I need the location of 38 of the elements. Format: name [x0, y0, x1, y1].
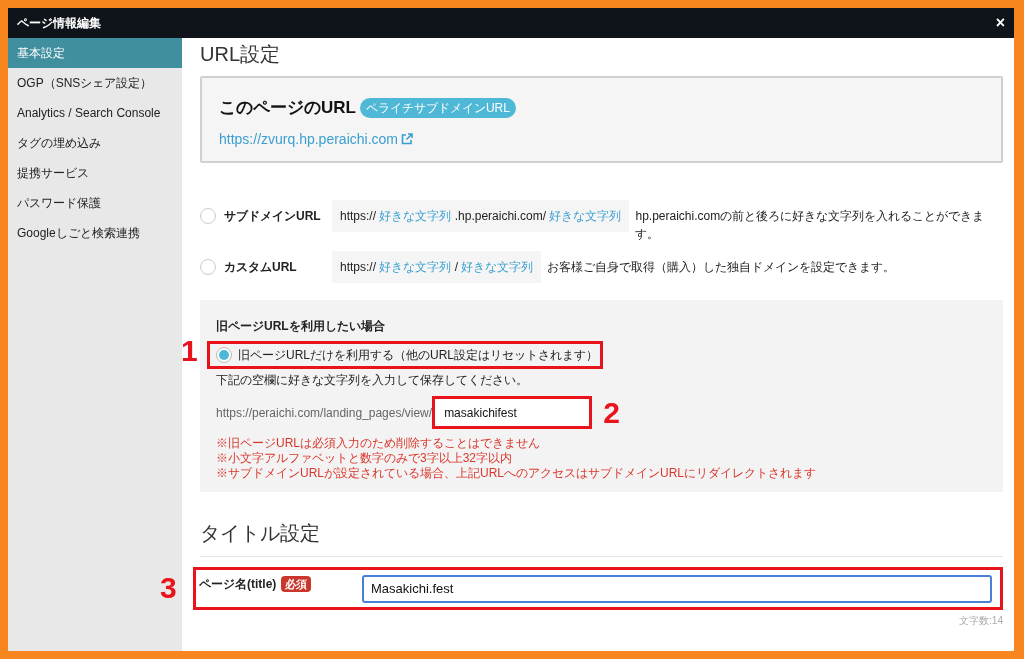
radio-button[interactable]	[216, 347, 232, 363]
sidebar-item[interactable]: パスワード保護	[8, 188, 182, 218]
sidebar-item[interactable]: Analytics / Search Console	[8, 98, 182, 128]
option-label[interactable]: サブドメインURL	[224, 207, 321, 225]
window-title: ページ情報編集	[17, 15, 101, 32]
option-label[interactable]: カスタムURL	[224, 258, 297, 276]
instruction-text: 下記の空欄に好きな文字列を入力して保存してください。	[216, 372, 529, 388]
section-heading: URL設定	[200, 42, 281, 67]
sidebar-item[interactable]: OGP（SNSシェア設定）	[8, 68, 182, 98]
section-heading: タイトル設定	[200, 519, 1003, 557]
option-description: hp.peraichi.comの前と後ろに好きな文字列を入れることができます。	[635, 208, 986, 243]
annotation-number: 1	[181, 336, 198, 366]
url-pattern: https:// 好きな文字列 / 好きな文字列	[332, 251, 542, 283]
sidebar-item[interactable]: 提携サービス	[8, 158, 182, 188]
url-type-badge: ペライチサブドメインURL	[359, 97, 516, 118]
warning-note: ※旧ページURLは必須入力のため削除することはできません	[216, 436, 541, 451]
annotation-number: 3	[160, 573, 177, 603]
option-description: お客様ご自身で取得（購入）した独自ドメインを設定できます。	[547, 259, 896, 276]
card-title: このページのURL	[219, 97, 356, 119]
url-input-field[interactable]: masakichifest	[432, 396, 593, 429]
url-prefix: https://peraichi.com/landing_pages/view/	[216, 404, 433, 422]
required-badge: 必須	[281, 576, 312, 592]
close-button[interactable]: ×	[995, 15, 1005, 31]
panel-heading: 旧ページURLを利用したい場合	[216, 318, 386, 335]
annotation-number: 2	[603, 397, 620, 428]
url-pattern: https:// 好きな文字列 .hp.peraichi.com/ 好きな文字列	[332, 200, 630, 232]
external-link-icon	[401, 133, 413, 145]
sidebar-item[interactable]: Googleしごと検索連携	[8, 218, 182, 248]
warning-note: ※サブドメインURLが設定されている場合、上記URLへのアクセスはサブドメインURLにリダイレクトされます	[216, 466, 818, 481]
character-count: 文字数:14	[959, 614, 1003, 628]
radio-button[interactable]	[200, 259, 216, 275]
option-label[interactable]: 旧ページURLだけを利用する（他のURL設定はリセットされます）	[238, 346, 598, 364]
title-input-field[interactable]: Masakichi.fest	[362, 574, 992, 603]
warning-note: ※小文字アルファベットと数字のみで3字以上32字以内	[216, 451, 514, 466]
field-label: ページ名(title)	[199, 576, 277, 593]
sidebar-item[interactable]: タグの埋め込み	[8, 128, 182, 158]
sidebar-item[interactable]: 基本設定	[8, 38, 182, 68]
radio-button[interactable]	[200, 208, 216, 224]
